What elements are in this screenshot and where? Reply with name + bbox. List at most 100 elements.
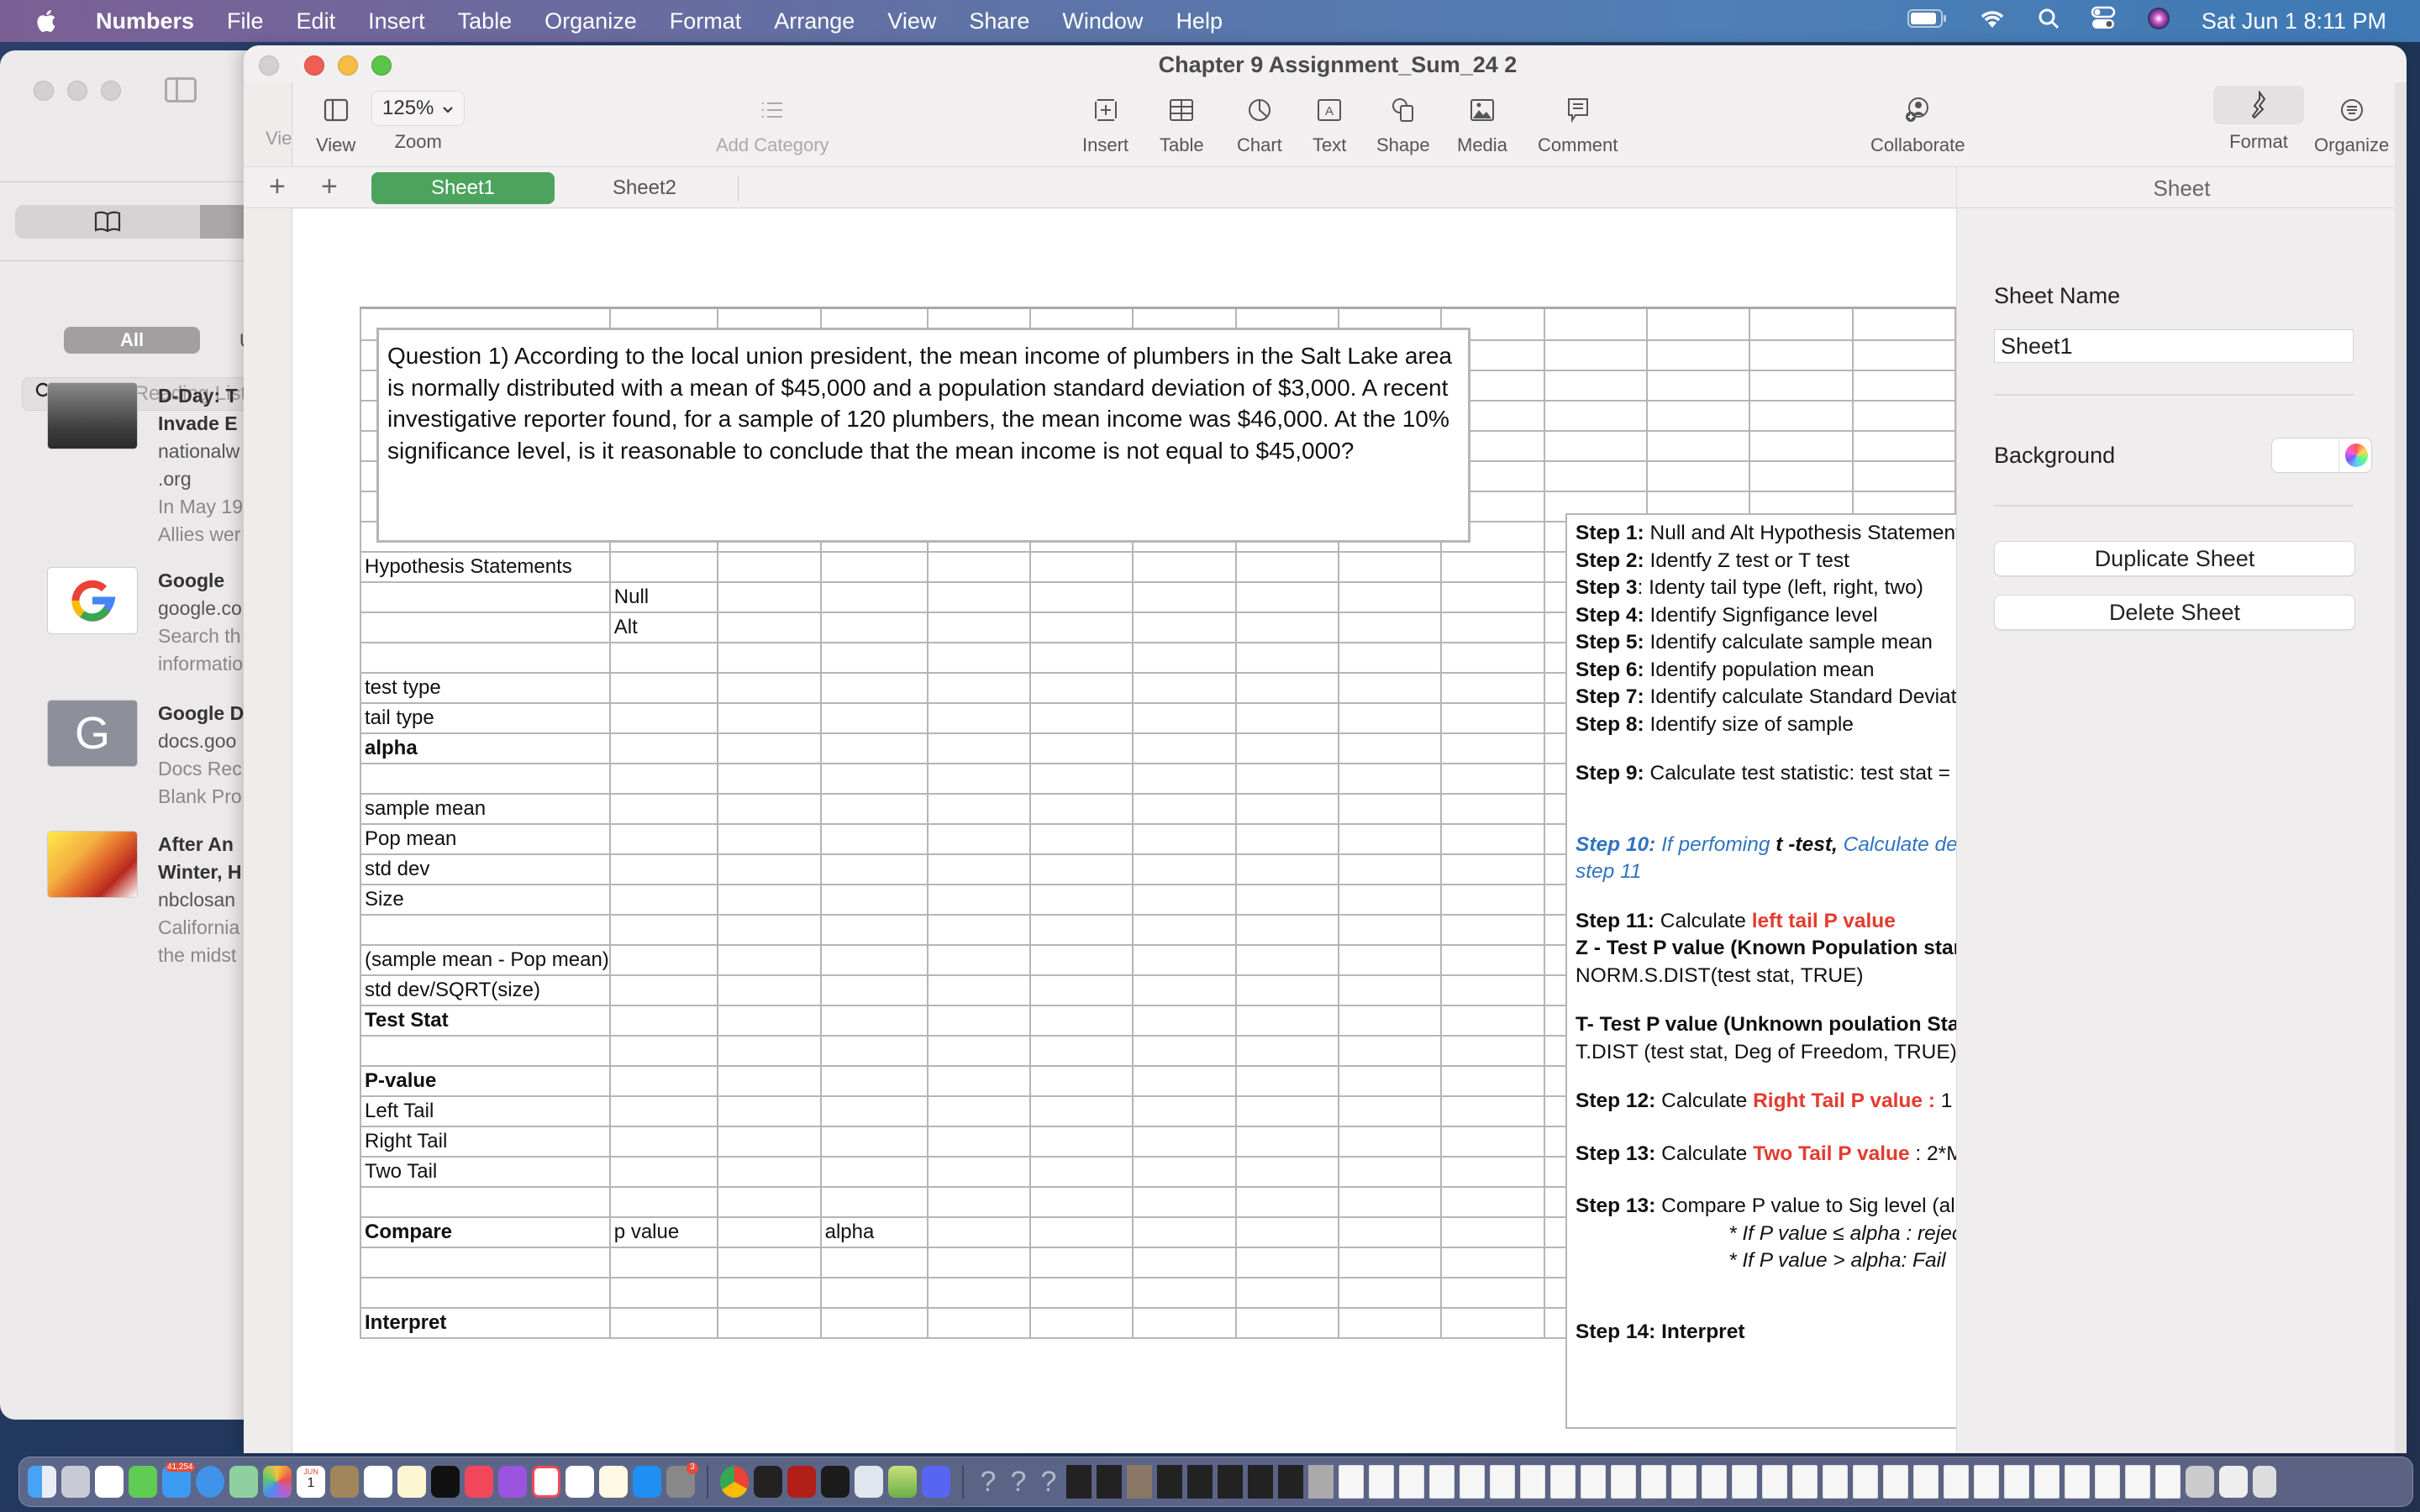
table-cell[interactable] <box>608 913 719 946</box>
missing-app-icon[interactable]: ? <box>1006 1466 1031 1499</box>
table-cell[interactable] <box>819 853 929 885</box>
color-wheel-icon[interactable] <box>2344 444 2368 467</box>
minimized-document-icon[interactable] <box>1429 1465 1455 1499</box>
table-cell[interactable] <box>1337 822 1443 855</box>
table-cell[interactable] <box>1440 1215 1545 1248</box>
menu-table[interactable]: Table <box>458 8 513 34</box>
background-color-well[interactable] <box>2271 438 2372 473</box>
table-cell[interactable] <box>1337 1155 1443 1188</box>
numbers-app-icon[interactable] <box>566 1466 594 1498</box>
table-cell[interactable]: std dev/SQRT(size) <box>360 974 611 1006</box>
table-cell[interactable]: Compare <box>360 1215 611 1248</box>
table-cell[interactable] <box>1028 1064 1134 1097</box>
table-cell[interactable]: Two Tail <box>360 1155 611 1188</box>
table-cell[interactable] <box>1028 1306 1134 1339</box>
table-cell[interactable] <box>1749 429 1854 462</box>
table-cell[interactable] <box>926 611 1031 643</box>
table-cell[interactable] <box>360 762 611 795</box>
table-cell[interactable] <box>1440 1185 1545 1218</box>
pages-icon[interactable] <box>599 1466 628 1498</box>
table-cell[interactable] <box>1234 792 1339 825</box>
table-cell[interactable] <box>819 913 929 946</box>
table-cell[interactable] <box>926 1155 1031 1188</box>
table-cell[interactable] <box>1337 974 1443 1006</box>
table-cell[interactable] <box>1132 853 1237 885</box>
table-cell[interactable] <box>1440 611 1545 643</box>
table-cell[interactable] <box>1028 1276 1134 1309</box>
table-cell[interactable] <box>1337 943 1443 976</box>
table-cell[interactable] <box>1132 913 1237 946</box>
table-cell[interactable] <box>1440 732 1545 764</box>
table-cell[interactable] <box>1132 1095 1237 1127</box>
table-cell[interactable] <box>926 822 1031 855</box>
table-cell[interactable] <box>717 943 822 976</box>
table-cell[interactable] <box>608 974 719 1006</box>
table-cell[interactable] <box>1028 913 1134 946</box>
table-cell[interactable] <box>717 671 822 704</box>
table-cell[interactable] <box>819 671 929 704</box>
table-cell[interactable] <box>1440 701 1545 734</box>
table-cell[interactable] <box>819 822 929 855</box>
table-cell[interactable] <box>1028 1246 1134 1278</box>
table-cell[interactable] <box>1234 1276 1339 1309</box>
table-cell[interactable] <box>1645 429 1751 462</box>
question-text-box[interactable]: Question 1) According to the local union… <box>376 328 1470 543</box>
table-cell[interactable] <box>819 883 929 916</box>
table-cell[interactable] <box>1028 611 1134 643</box>
table-cell[interactable] <box>819 1064 929 1097</box>
table-cell[interactable] <box>926 883 1031 916</box>
minimized-document-icon[interactable] <box>1762 1465 1787 1499</box>
zoom-dropdown[interactable]: 125% <box>371 91 466 126</box>
tab-sheet1[interactable]: Sheet1 <box>371 172 555 204</box>
table-cell[interactable] <box>1132 550 1237 583</box>
table-cell[interactable] <box>1028 1004 1134 1037</box>
table-cell[interactable] <box>1337 1095 1443 1127</box>
table-cell[interactable] <box>1028 1034 1134 1067</box>
news-icon[interactable] <box>532 1466 560 1498</box>
table-cell[interactable] <box>1337 1276 1443 1309</box>
table-cell[interactable] <box>1132 974 1237 1006</box>
table-cell[interactable] <box>1440 1125 1545 1158</box>
menu-arrange[interactable]: Arrange <box>774 8 855 34</box>
missing-app-icon[interactable]: ? <box>1036 1466 1061 1499</box>
table-cell[interactable] <box>1337 1185 1443 1218</box>
quicktime-icon[interactable] <box>754 1466 782 1498</box>
table-cell[interactable] <box>717 1095 822 1127</box>
minimized-document-icon[interactable] <box>1641 1465 1666 1499</box>
table-cell[interactable] <box>926 853 1031 885</box>
menu-edit[interactable]: Edit <box>297 8 336 34</box>
table-cell[interactable] <box>1132 1276 1237 1309</box>
delete-sheet-button[interactable]: Delete Sheet <box>1994 595 2355 630</box>
table-cell[interactable] <box>1749 399 1854 432</box>
sheet-name-input[interactable]: Sheet1 <box>1994 329 2354 363</box>
table-cell[interactable] <box>1440 762 1545 795</box>
table-cell[interactable] <box>1337 611 1443 643</box>
table-cell[interactable] <box>1749 307 1854 341</box>
table-cell[interactable]: tail type <box>360 701 611 734</box>
add-sheet-button[interactable]: + <box>321 171 338 203</box>
table-cell[interactable] <box>717 853 822 885</box>
minimized-document-icon[interactable] <box>1671 1465 1697 1499</box>
minimized-document-icon[interactable] <box>1399 1465 1424 1499</box>
table-cell[interactable] <box>819 974 929 1006</box>
table-cell[interactable] <box>1440 1276 1545 1309</box>
minimized-document-icon[interactable] <box>1550 1465 1576 1499</box>
table-cell[interactable] <box>717 580 822 613</box>
table-cell[interactable] <box>1028 701 1134 734</box>
minimized-document-icon[interactable] <box>1792 1465 1818 1499</box>
table-cell[interactable] <box>608 550 719 583</box>
table-cell[interactable]: Alt <box>608 611 719 643</box>
table-cell[interactable] <box>1234 1064 1339 1097</box>
table-cell[interactable] <box>608 641 719 674</box>
safari-zoom-button[interactable] <box>101 81 121 101</box>
table-cell[interactable] <box>1028 762 1134 795</box>
table-cell[interactable] <box>717 883 822 916</box>
apple-tv-icon[interactable] <box>431 1466 460 1498</box>
table-cell[interactable] <box>1337 550 1443 583</box>
table-cell[interactable] <box>608 1246 719 1278</box>
table-cell[interactable] <box>1132 580 1237 613</box>
table-cell[interactable] <box>1234 974 1339 1006</box>
collaborate-button[interactable]: Collaborate <box>1870 82 1965 166</box>
table-cell[interactable] <box>1749 459 1854 492</box>
table-cell[interactable] <box>717 1246 822 1278</box>
